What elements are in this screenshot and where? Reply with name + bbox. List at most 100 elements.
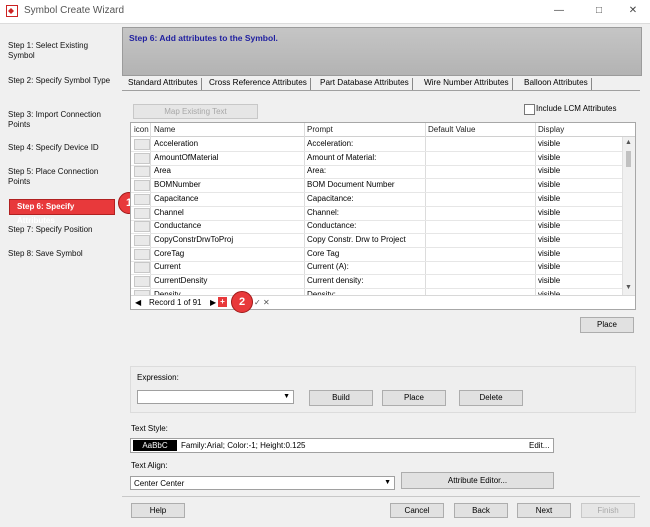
cell-name: Current: [154, 262, 181, 272]
build-button[interactable]: Build: [309, 390, 373, 406]
row-selector-icon[interactable]: [134, 234, 150, 246]
cell-name: Acceleration: [154, 139, 199, 148]
text-style-edit-link[interactable]: Edit...: [529, 441, 549, 450]
text-align-label: Text Align:: [131, 461, 168, 470]
record-count: Record 1 of 91: [149, 298, 202, 307]
cell-name: CopyConstrDrwToProj: [154, 234, 234, 244]
title-bar: Symbol Create Wizard — □ ✕: [0, 0, 650, 24]
row-selector-icon[interactable]: [134, 276, 150, 287]
include-lcm-label: Include LCM Attributes: [536, 104, 617, 113]
step-8[interactable]: Step 8: Save Symbol: [8, 249, 112, 259]
cell-name: Area: [154, 166, 171, 176]
step-6-active[interactable]: Step 6: Specify Attributes: [9, 199, 115, 225]
text-style-label: Text Style:: [131, 424, 168, 433]
include-lcm-checkbox[interactable]: [524, 104, 535, 115]
step-3[interactable]: Step 3: Import Connection Points: [8, 110, 112, 130]
cell-display: visible: [538, 139, 561, 148]
row-selector-icon[interactable]: [134, 139, 150, 150]
tab-wire-number-attributes[interactable]: Wire Number Attributes: [424, 78, 513, 90]
dropdown-arrow-icon[interactable]: ▼: [384, 479, 391, 486]
add-record-icon[interactable]: +: [218, 297, 227, 307]
step-5[interactable]: Step 5: Place Connection Points: [8, 167, 112, 187]
attributes-grid: icon Name Prompt Default Value Display A…: [130, 122, 636, 310]
cell-display: visible: [538, 248, 561, 258]
app-icon: [6, 5, 18, 17]
cell-display: visible: [538, 207, 561, 217]
cell-prompt: Area:: [307, 166, 327, 176]
callout-badge-2: 2: [231, 291, 253, 313]
cancel-record-icon[interactable]: ✕: [263, 298, 270, 307]
expression-label: Expression:: [137, 373, 179, 382]
tab-balloon-attributes[interactable]: Balloon Attributes: [524, 78, 592, 90]
cell-name: BOMNumber: [154, 180, 201, 190]
close-button[interactable]: ✕: [618, 2, 648, 20]
cell-display: visible: [538, 276, 561, 285]
tab-part-database-attributes[interactable]: Part Database Attributes: [320, 78, 413, 90]
record-navigator: ◀ Record 1 of 91 ▶ + ✓ ✕: [131, 295, 635, 309]
step-2[interactable]: Step 2: Specify Symbol Type: [8, 76, 112, 86]
delete-button[interactable]: Delete: [459, 390, 523, 406]
header-text: Step 6: Add attributes to the Symbol.: [129, 33, 278, 43]
row-selector-icon[interactable]: [134, 207, 150, 219]
minimize-button[interactable]: —: [544, 2, 574, 20]
text-align-value: Center Center: [134, 479, 185, 488]
next-button[interactable]: Next: [517, 503, 571, 518]
col-icon[interactable]: icon: [134, 125, 149, 134]
cell-prompt: BOM Document Number: [307, 180, 395, 190]
nav-prev-icon[interactable]: ◀: [135, 298, 141, 307]
col-default-value[interactable]: Default Value: [428, 125, 475, 134]
row-selector-icon[interactable]: [134, 248, 150, 260]
map-existing-text-button[interactable]: Map Existing Text: [133, 104, 258, 119]
scroll-up-icon[interactable]: ▲: [625, 139, 632, 146]
attribute-tabs: Standard Attributes Cross Reference Attr…: [122, 76, 640, 91]
nav-next-icon[interactable]: ▶: [210, 298, 216, 307]
cell-prompt: Acceleration:: [307, 139, 354, 148]
grid-scrollbar[interactable]: ▲ ▼: [622, 137, 635, 295]
scroll-thumb[interactable]: [626, 151, 631, 167]
col-display[interactable]: Display: [538, 125, 564, 134]
step-header: Step 6: Add attributes to the Symbol.: [122, 27, 642, 76]
row-selector-icon[interactable]: [134, 193, 150, 205]
tab-standard-attributes[interactable]: Standard Attributes: [128, 78, 202, 90]
row-selector-icon[interactable]: [134, 221, 150, 233]
help-button[interactable]: Help: [131, 503, 185, 518]
finish-button[interactable]: Finish: [581, 503, 635, 518]
maximize-button[interactable]: □: [584, 2, 614, 20]
place-button[interactable]: Place: [580, 317, 634, 333]
cell-display: visible: [538, 193, 561, 203]
row-selector-icon[interactable]: [134, 152, 150, 164]
tab-cross-reference-attributes[interactable]: Cross Reference Attributes: [209, 78, 311, 90]
expression-place-button[interactable]: Place: [382, 390, 446, 406]
expression-group: Expression: ▼ Build Place Delete: [130, 366, 636, 413]
dropdown-arrow-icon[interactable]: ▼: [283, 393, 290, 400]
cell-prompt: Channel:: [307, 207, 340, 217]
row-selector-icon[interactable]: [134, 262, 150, 274]
window-title: Symbol Create Wizard: [24, 5, 125, 16]
back-button[interactable]: Back: [454, 503, 508, 518]
step-7[interactable]: Step 7: Specify Position: [8, 225, 112, 235]
col-prompt[interactable]: Prompt: [307, 125, 333, 134]
cell-prompt: Amount of Material:: [307, 152, 377, 162]
cell-display: visible: [538, 152, 561, 162]
step-4[interactable]: Step 4: Specify Device ID: [8, 143, 112, 153]
step-1[interactable]: Step 1: Select Existing Symbol: [8, 41, 112, 61]
expression-combo[interactable]: ▼: [137, 390, 294, 404]
confirm-icon[interactable]: ✓: [254, 298, 261, 307]
text-style-sample: AaBbC: [133, 440, 177, 451]
cell-prompt: Current (A):: [307, 262, 349, 272]
row-selector-icon[interactable]: [134, 180, 150, 192]
cancel-button[interactable]: Cancel: [390, 503, 444, 518]
attribute-editor-button[interactable]: Attribute Editor...: [401, 472, 554, 489]
cell-display: visible: [538, 221, 561, 231]
row-selector-icon[interactable]: [134, 166, 150, 178]
cell-name: Capacitance: [154, 193, 199, 203]
cell-prompt: Capacitance:: [307, 193, 354, 203]
cell-prompt: Core Tag: [307, 248, 340, 258]
text-style-description: Family:Arial; Color:-1; Height:0.125: [181, 441, 306, 450]
text-style-field[interactable]: AaBbC Family:Arial; Color:-1; Height:0.1…: [130, 438, 554, 453]
cell-prompt: Current density:: [307, 276, 364, 285]
col-name[interactable]: Name: [154, 125, 175, 134]
cell-name: Channel: [154, 207, 184, 217]
text-align-combo[interactable]: Center Center ▼: [130, 476, 395, 490]
scroll-down-icon[interactable]: ▼: [625, 284, 632, 291]
